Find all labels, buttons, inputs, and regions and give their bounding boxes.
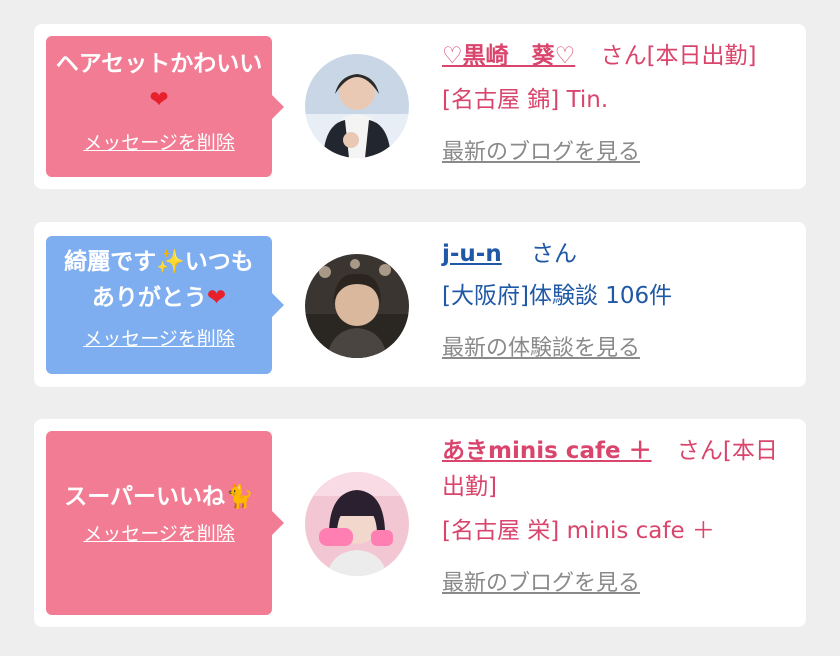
avatar[interactable] [305,472,409,576]
message-card: スーパーいいね🐈 メッセージを削除 あきminis cafe ＋ さん[本日出勤… [34,419,806,627]
message-bubble: 綺麗です✨いつもありがとう❤ メッセージを削除 [46,236,284,374]
latest-review-link[interactable]: 最新の体験談を見る [442,336,640,361]
sender-area: [名古屋 錦] Tin. [442,87,609,113]
avatar[interactable] [305,54,409,158]
message-text: ヘアセットかわいい ❤ [54,46,264,118]
sender-name-link[interactable]: j-u-n [442,241,502,267]
honorific: さん [676,438,723,464]
message-bubble: スーパーいいね🐈 メッセージを削除 [46,431,284,615]
latest-blog-link[interactable]: 最新のブログを見る [442,140,640,165]
message-text: 綺麗です✨いつもありがとう❤ [54,244,264,316]
message-text: スーパーいいね🐈 [54,479,264,515]
delete-message-button[interactable]: メッセージを削除 [83,324,235,351]
honorific: さん [531,241,578,267]
sender-name-link[interactable]: ♡黒崎 葵♡ [442,43,575,69]
sender-area: [大阪府]体験談 106件 [442,283,673,309]
sender-area: [名古屋 栄] minis cafe ＋ [442,518,715,544]
heart-icon: ❤ [149,87,169,113]
sender-info: j-u-n さん [大阪府]体験談 106件 最新の体験談を見る [442,236,794,367]
message-text-body: スーパーいいね [64,484,226,510]
message-bubble: ヘアセットかわいい ❤ メッセージを削除 [46,36,284,177]
delete-message-button[interactable]: メッセージを削除 [83,128,235,155]
work-status: [本日出勤] [646,43,757,69]
sender-info: ♡黒崎 葵♡ さん[本日出勤] [名古屋 錦] Tin. 最新のブログを見る [442,38,794,171]
honorific: さん [600,43,647,69]
sender-info: あきminis cafe ＋ さん[本日出勤] [名古屋 栄] minis ca… [442,433,794,602]
latest-blog-link[interactable]: 最新のブログを見る [442,571,640,596]
message-card: 綺麗です✨いつもありがとう❤ メッセージを削除 j-u-n さん [大阪府]体験… [34,222,806,387]
black-cat-icon: 🐈 [225,484,254,510]
message-card: ヘアセットかわいい ❤ メッセージを削除 ♡黒崎 葵♡ さん[本日出勤] [名古屋… [34,24,806,189]
message-text-body: ヘアセットかわいい [55,51,263,77]
avatar[interactable] [305,254,409,358]
delete-message-button[interactable]: メッセージを削除 [83,519,235,546]
sender-name-link[interactable]: あきminis cafe ＋ [442,438,652,464]
heart-icon: ❤ [206,285,227,311]
